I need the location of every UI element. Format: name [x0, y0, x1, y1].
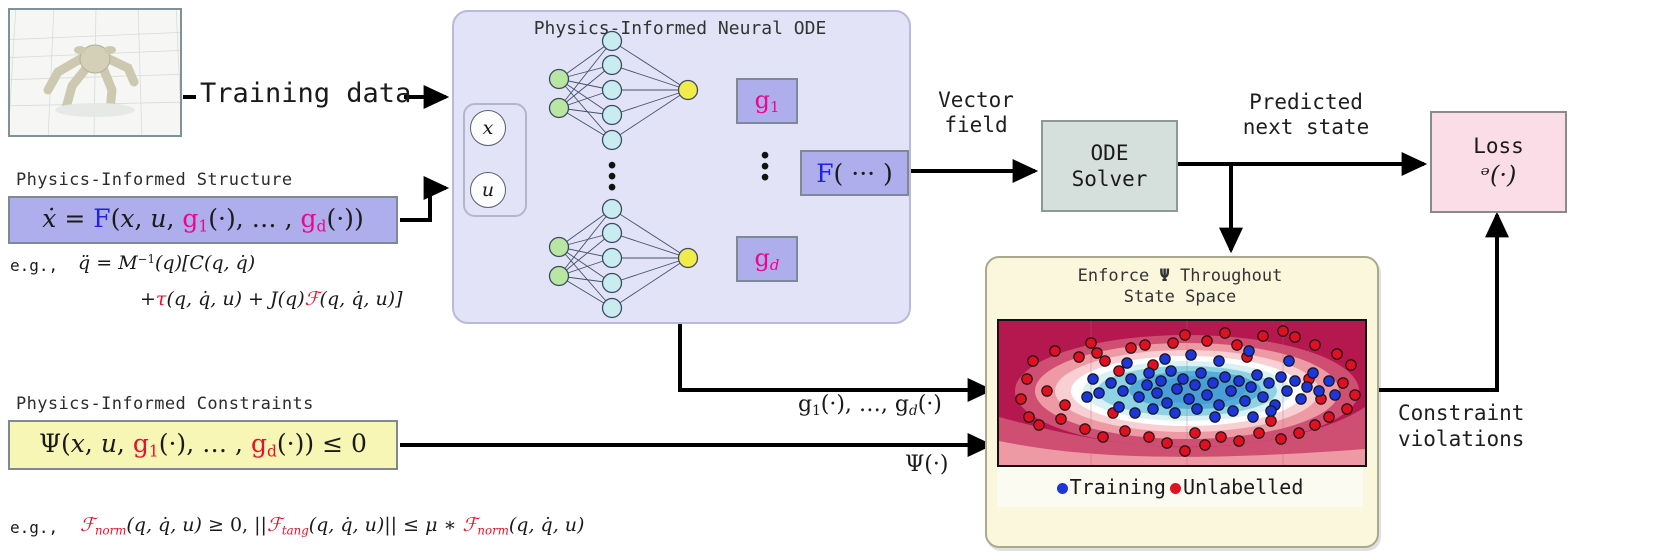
legend-item-unlabelled: Unlabelled	[1169, 475, 1303, 499]
constraints-example-prefix: e.g.,	[10, 518, 59, 537]
predicted-next-state-label: Predicted next state	[1242, 90, 1370, 140]
gd-symbol-constraint: gd	[250, 429, 277, 461]
ode-solver-box: ODE Solver	[1041, 120, 1178, 212]
vector-field-F-box: F( ··· )	[800, 150, 909, 196]
structure-equation-box: ẋ = F(x, u, g1(·), … , gd(·))	[8, 196, 398, 244]
contour-legend: Training Unlabelled	[997, 467, 1363, 507]
constraints-equation-box: Ψ(x, u, g1(·), … , gd(·)) ≤ 0	[8, 420, 398, 470]
structure-example-prefix: e.g.,	[10, 256, 59, 275]
g1-output-box: g1	[736, 78, 798, 124]
neural-network-top	[548, 30, 699, 151]
structure-block-title: Physics-Informed Structure	[16, 170, 293, 190]
ant-robot-thumbnail	[8, 8, 182, 137]
constraints-block-title: Physics-Informed Constraints	[16, 394, 314, 414]
gd-output-box: gd	[736, 236, 798, 282]
constraint-violations-label: Constraint violations	[1398, 401, 1525, 452]
unlabelled-dot-icon	[1169, 483, 1181, 494]
network-vertical-dots: • • •	[605, 154, 619, 202]
loss-box: Loss ᵊ(·)	[1430, 111, 1567, 213]
input-node-x: x	[470, 110, 506, 146]
enforce-title-line1: Enforce Ψ Throughout	[1077, 266, 1283, 286]
state-space-contour-plot	[997, 319, 1367, 467]
contour-bands	[999, 321, 1365, 465]
structure-example-line2: +τ(q, q̇, u) + J(q)ℱ(q, q̇, u)]	[140, 288, 403, 310]
constraints-example: ℱnorm(q, q̇, u) ≥ 0, ||ℱtang(q, q̇, u)||…	[80, 514, 585, 538]
structure-example-line1: q̈ = M−1(q)[C(q, q̇)	[78, 252, 256, 274]
g1-symbol: g1	[182, 204, 209, 236]
input-node-u: u	[470, 172, 506, 208]
neural-network-bottom	[548, 198, 699, 319]
g-boxes-vertical-dots: • • •	[758, 144, 772, 192]
enforce-title-line2: State Space	[1123, 287, 1237, 308]
constraints-equation: Ψ(x, u, g1(·), … , gd(·)) ≤ 0	[39, 429, 367, 461]
gd-symbol: gd	[300, 204, 327, 236]
psi-label: Ψ(·)	[905, 452, 949, 477]
enforce-title: Enforce Ψ Throughout State Space	[995, 266, 1365, 309]
vector-field-label: Vector field	[938, 88, 1014, 138]
legend-item-training: Training	[1056, 475, 1166, 499]
ant-robot-image	[10, 10, 180, 135]
g1-symbol-constraint: g1	[132, 429, 159, 461]
training-data-label: Training data	[200, 78, 412, 109]
training-dot-icon	[1056, 483, 1068, 494]
g-outputs-label: g1(·), …, gd(·)	[798, 392, 942, 419]
structure-equation: ẋ = F(x, u, g1(·), … , gd(·))	[42, 204, 364, 236]
